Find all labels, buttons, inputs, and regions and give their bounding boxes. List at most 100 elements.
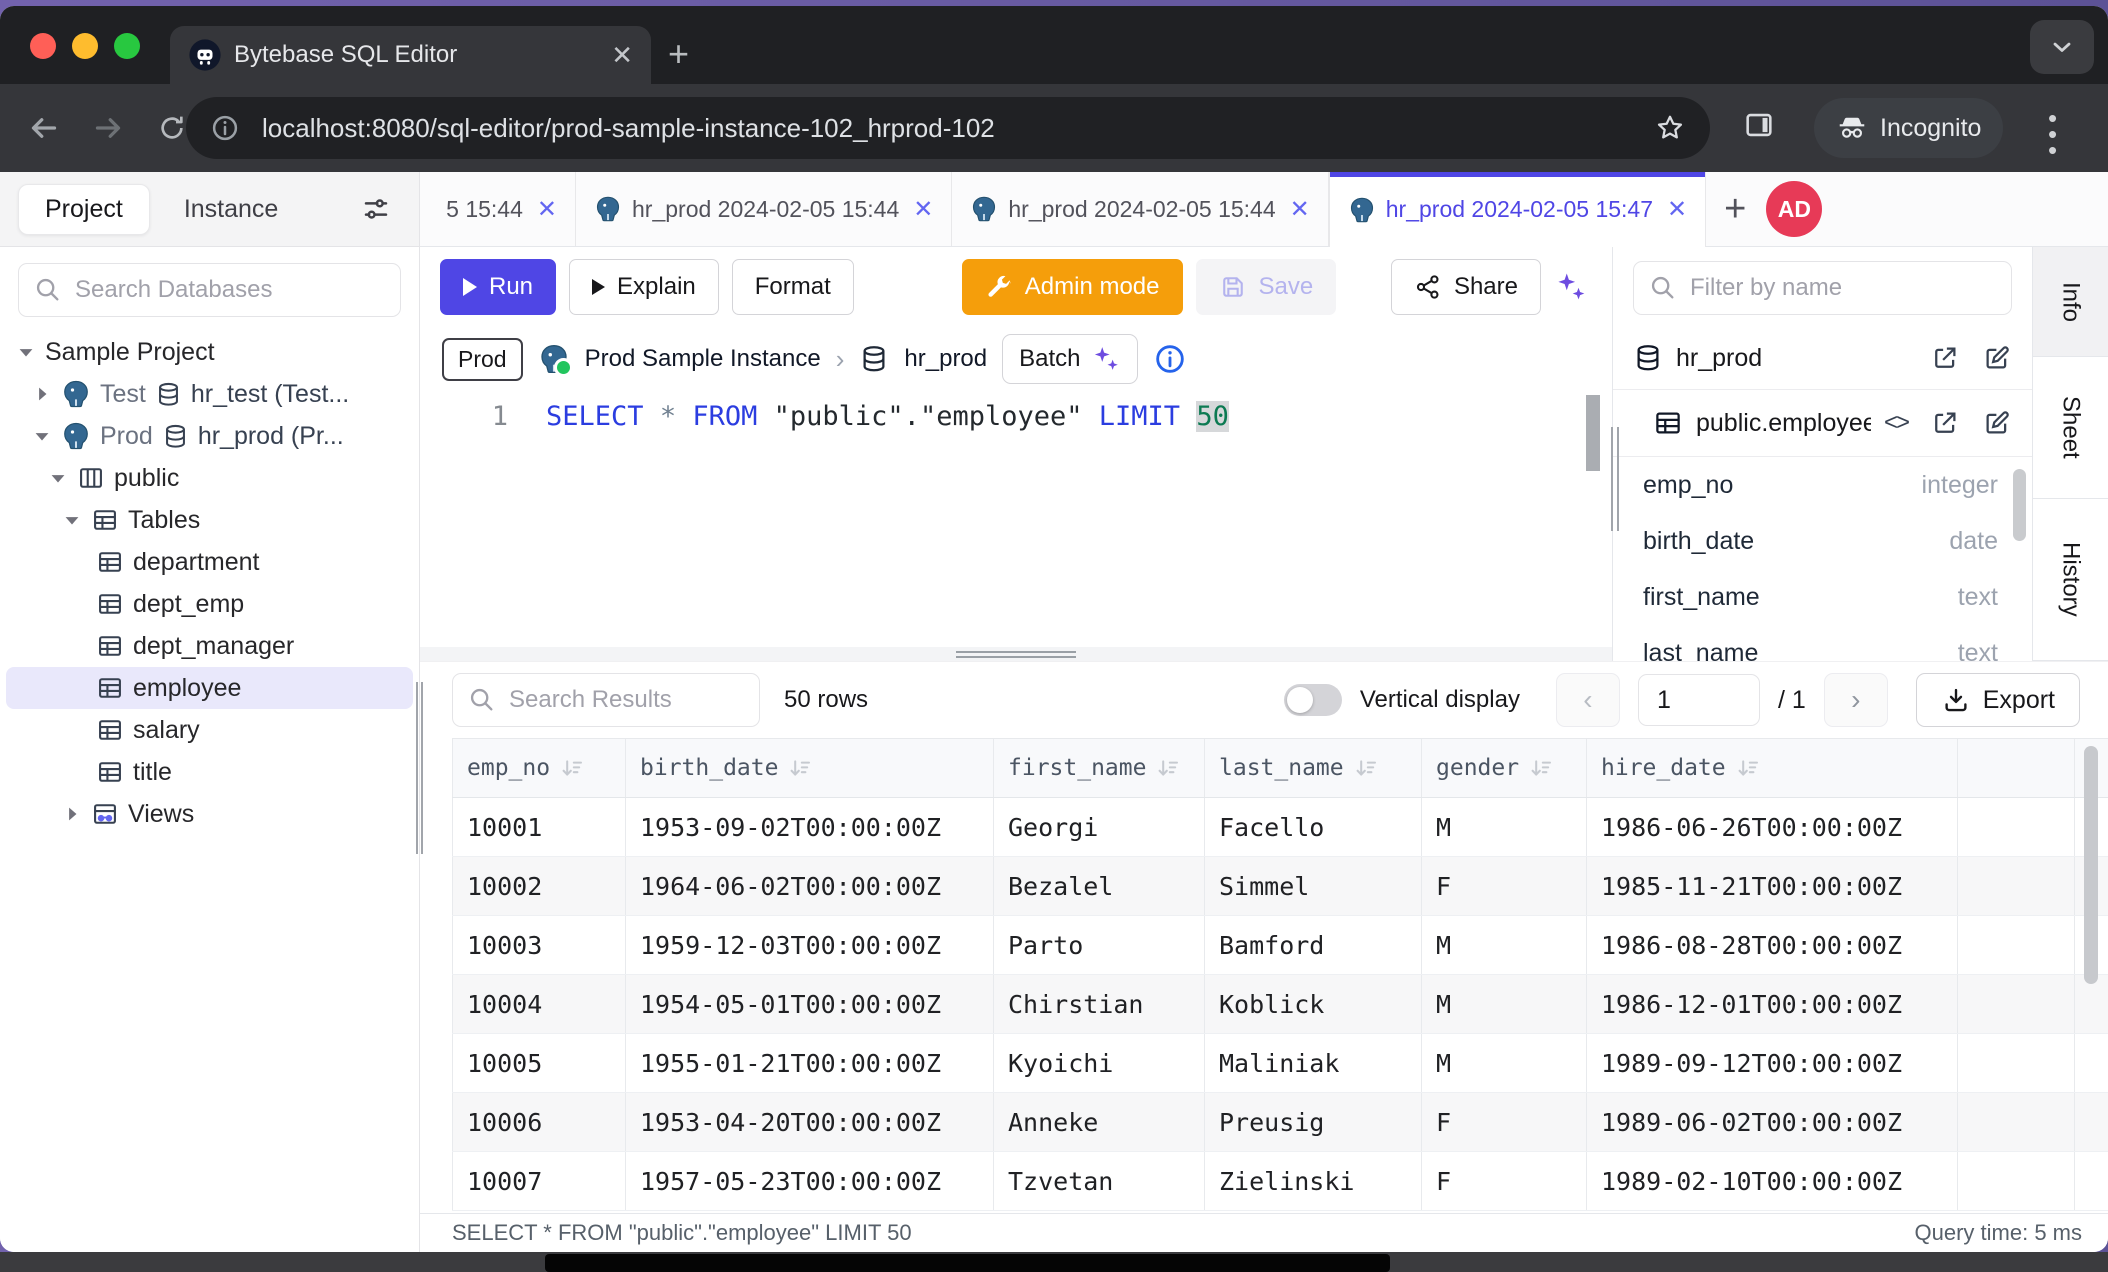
sort-icon[interactable] xyxy=(560,756,584,780)
column-header-first-name[interactable]: first_name xyxy=(994,739,1205,797)
table-row[interactable]: 10002 1964-06-02T00:00:00Z Bezalel Simme… xyxy=(452,857,2108,916)
close-tab-icon[interactable]: ✕ xyxy=(611,42,633,68)
caret-down-icon[interactable] xyxy=(32,428,52,444)
minimize-window-button[interactable] xyxy=(72,33,98,59)
close-tab-icon[interactable]: ✕ xyxy=(1667,195,1687,224)
save-button[interactable]: Save xyxy=(1196,259,1337,315)
sort-icon[interactable] xyxy=(1736,756,1760,780)
tree-item-employee-selected[interactable]: employee xyxy=(6,667,413,709)
tab-instance[interactable]: Instance xyxy=(158,185,305,234)
zoom-window-button[interactable] xyxy=(114,33,140,59)
external-link-icon[interactable] xyxy=(1930,408,1960,438)
close-tab-icon[interactable]: ✕ xyxy=(537,195,557,224)
tab-info[interactable]: Info xyxy=(2033,247,2108,357)
schema-scrollbar[interactable] xyxy=(2013,469,2026,541)
tree-item-hr-prod[interactable]: Prod hr_prod (Pr... xyxy=(0,415,419,457)
tree-item-schema-public[interactable]: public xyxy=(0,457,419,499)
prev-page-button[interactable]: ‹ xyxy=(1556,673,1620,727)
schema-table-row[interactable]: public.employee <> xyxy=(1613,390,2032,457)
sort-icon[interactable] xyxy=(1354,756,1378,780)
schema-database-row[interactable]: hr_prod xyxy=(1613,327,2032,390)
tree-item-views[interactable]: Views xyxy=(0,793,419,835)
column-header-gender[interactable]: gender xyxy=(1422,739,1587,797)
new-tab-button[interactable]: + xyxy=(668,36,689,72)
column-header-emp-no[interactable]: emp_no xyxy=(452,739,626,797)
filter-by-name-input[interactable] xyxy=(1633,261,2012,315)
caret-right-icon[interactable] xyxy=(62,806,82,822)
table-row[interactable]: 10007 1957-05-23T00:00:00Z Tzvetan Zieli… xyxy=(452,1152,2108,1211)
tab-search-button[interactable] xyxy=(2030,20,2094,74)
avatar[interactable]: AD xyxy=(1766,181,1822,237)
edit-icon[interactable] xyxy=(1982,343,2012,373)
new-query-tab-button[interactable]: + xyxy=(1724,190,1746,228)
format-button[interactable]: Format xyxy=(732,259,854,315)
sort-icon[interactable] xyxy=(788,756,812,780)
browser-menu-icon[interactable]: ••• xyxy=(2048,110,2057,158)
tab-sheet[interactable]: Sheet xyxy=(2033,357,2108,499)
sort-icon[interactable] xyxy=(1529,756,1553,780)
tree-item-salary[interactable]: salary xyxy=(0,709,419,751)
tree-item-dept-manager[interactable]: dept_manager xyxy=(0,625,419,667)
caret-right-icon[interactable] xyxy=(32,386,52,402)
tree-item-dept-emp[interactable]: dept_emp xyxy=(0,583,419,625)
code-icon[interactable]: <> xyxy=(1884,409,1908,437)
table-row[interactable]: 10001 1953-09-02T00:00:00Z Georgi Facell… xyxy=(452,798,2108,857)
tab-history[interactable]: History xyxy=(2033,499,2108,661)
forward-icon[interactable] xyxy=(90,110,126,146)
table-row[interactable]: 10004 1954-05-01T00:00:00Z Chirstian Kob… xyxy=(452,975,2108,1034)
close-tab-icon[interactable]: ✕ xyxy=(913,195,933,224)
editor-tab-3-active[interactable]: hr_prod 2024-02-05 15:47✕ xyxy=(1329,172,1706,247)
tree-item-department[interactable]: department xyxy=(0,541,419,583)
vertical-display-toggle[interactable] xyxy=(1284,684,1342,716)
run-button[interactable]: Run xyxy=(440,259,556,315)
search-results-input[interactable] xyxy=(452,673,760,727)
column-header-birth-date[interactable]: birth_date xyxy=(626,739,994,797)
browser-tab[interactable]: Bytebase SQL Editor ✕ xyxy=(170,26,651,84)
caret-down-icon[interactable] xyxy=(48,470,68,486)
splitter-grip[interactable] xyxy=(956,651,1076,658)
horizontal-splitter[interactable] xyxy=(420,647,1612,661)
external-link-icon[interactable] xyxy=(1930,343,1960,373)
next-page-button[interactable]: › xyxy=(1824,673,1888,727)
share-button[interactable]: Share xyxy=(1391,259,1541,315)
tree-settings-button[interactable] xyxy=(361,194,391,224)
sidebar-resize-handle[interactable] xyxy=(414,682,424,854)
ai-sparkles-icon[interactable] xyxy=(1554,270,1588,304)
back-icon[interactable] xyxy=(26,110,62,146)
table-row[interactable]: 10005 1955-01-21T00:00:00Z Kyoichi Malin… xyxy=(452,1034,2108,1093)
tab-project[interactable]: Project xyxy=(18,184,150,235)
explain-button[interactable]: Explain xyxy=(569,259,719,315)
close-window-button[interactable] xyxy=(30,33,56,59)
caret-down-icon[interactable] xyxy=(62,512,82,528)
tree-item-hr-test[interactable]: Test hr_test (Test... xyxy=(0,373,419,415)
editor-tab-1[interactable]: hr_prod 2024-02-05 15:44✕ xyxy=(576,172,952,246)
table-row[interactable]: 10006 1953-04-20T00:00:00Z Anneke Preusi… xyxy=(452,1093,2108,1152)
instance-name[interactable]: Prod Sample Instance xyxy=(585,345,821,373)
tree-item-title[interactable]: title xyxy=(0,751,419,793)
admin-mode-button[interactable]: Admin mode xyxy=(962,259,1183,315)
vertical-splitter[interactable] xyxy=(1611,427,1619,531)
bookmark-star-icon[interactable] xyxy=(1654,112,1686,144)
tree-item-project[interactable]: Sample Project xyxy=(0,331,419,373)
tree-item-tables[interactable]: Tables xyxy=(0,499,419,541)
results-scrollbar[interactable] xyxy=(2084,746,2098,984)
caret-down-icon[interactable] xyxy=(16,344,36,360)
editor-tab-2[interactable]: hr_prod 2024-02-05 15:44✕ xyxy=(952,172,1328,246)
page-input[interactable] xyxy=(1638,674,1760,726)
reload-icon[interactable] xyxy=(156,112,188,144)
close-tab-icon[interactable]: ✕ xyxy=(1290,195,1310,224)
sql-editor[interactable]: 1 SELECT * FROM "public"."employee" LIMI… xyxy=(420,391,1612,647)
database-name[interactable]: hr_prod xyxy=(904,345,987,373)
column-header-hire-date[interactable]: hire_date xyxy=(1587,739,1958,797)
batch-button[interactable]: Batch xyxy=(1002,334,1137,384)
search-databases-input[interactable] xyxy=(18,263,401,317)
export-button[interactable]: Export xyxy=(1916,673,2080,727)
address-bar[interactable]: localhost:8080/sql-editor/prod-sample-in… xyxy=(186,97,1710,159)
editor-tab-0[interactable]: 5 15:44✕ xyxy=(420,172,576,246)
column-header-last-name[interactable]: last_name xyxy=(1205,739,1422,797)
editor-scrollbar[interactable] xyxy=(1586,395,1600,471)
sort-icon[interactable] xyxy=(1156,756,1180,780)
site-info-icon[interactable] xyxy=(210,113,240,143)
side-panel-icon[interactable] xyxy=(1742,108,1776,142)
table-row[interactable]: 10003 1959-12-03T00:00:00Z Parto Bamford… xyxy=(452,916,2108,975)
